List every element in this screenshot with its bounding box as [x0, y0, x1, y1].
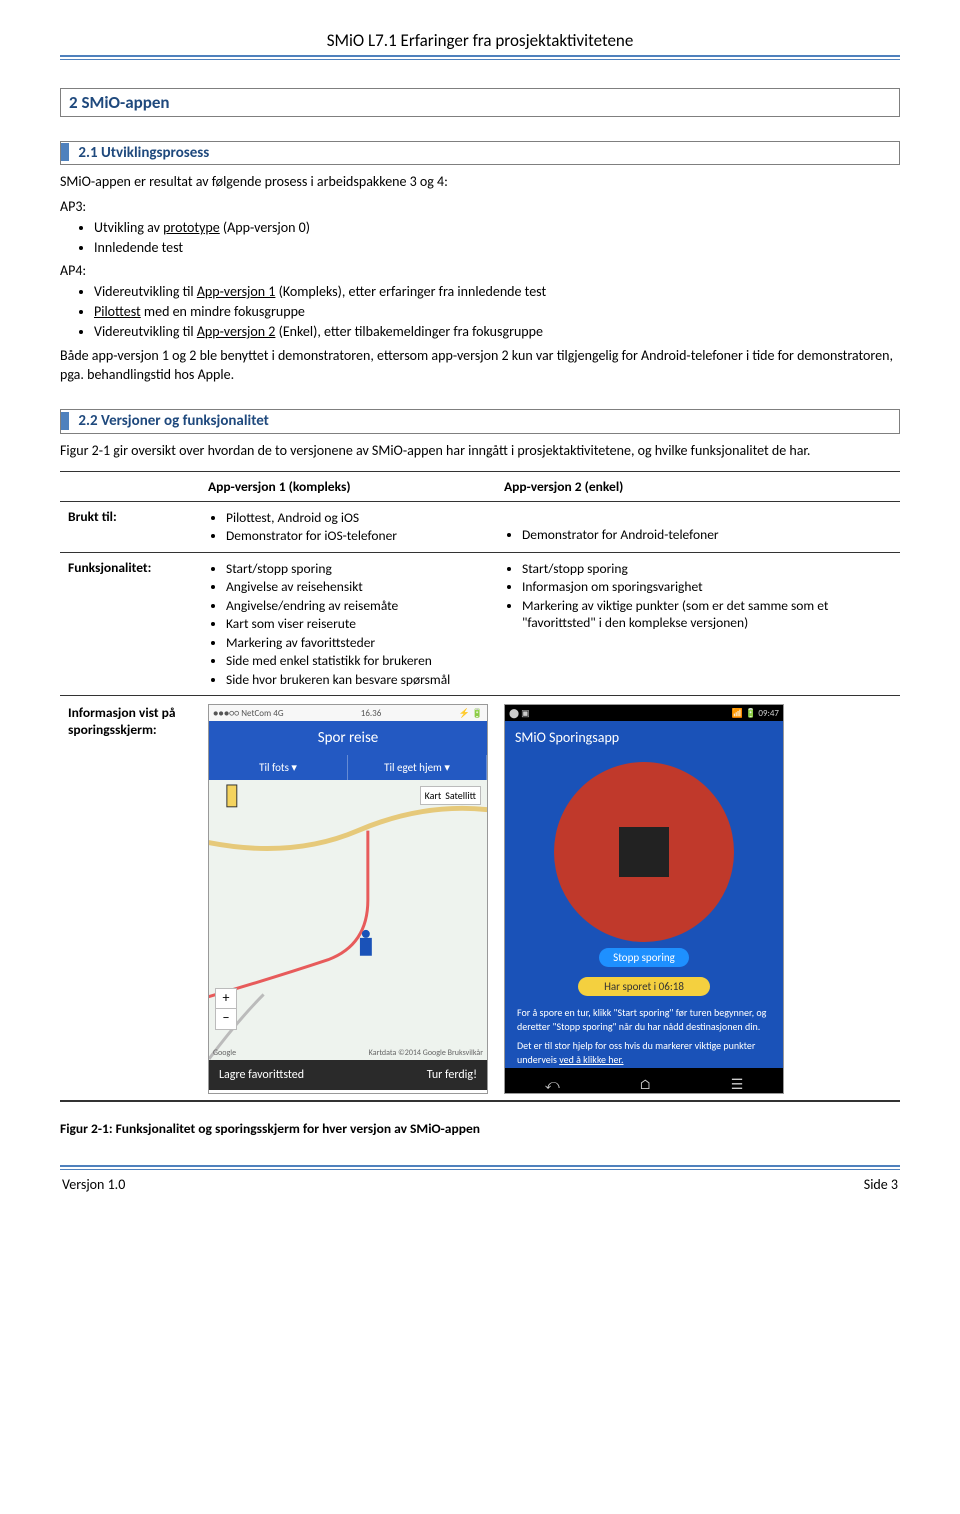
intro-paragraph: SMiO-appen er resultat av følgende prose…	[60, 173, 900, 192]
brukt-v2-list: Demonstrator for Android-telefoner	[504, 526, 892, 544]
ios-status-bar: ●●●○○ NetCom 4G 16.36 ⚡ 🔋	[209, 705, 487, 721]
heading-2-2-versjoner: 2.2 Versjoner og funksjonalitet	[60, 409, 900, 433]
list-item: Innledende test	[94, 239, 900, 258]
table-closing-row	[60, 1101, 900, 1102]
ios-map[interactable]: Kart Satellitt + − Google Kartdata ©2014…	[209, 780, 487, 1060]
map-lines-svg	[209, 780, 487, 1060]
row-label-brukt: Brukt til:	[60, 501, 200, 552]
funk-v1-list: Start/stopp sporing Angivelse av reisehe…	[208, 560, 488, 689]
android-title-bar: SMiO Sporingsapp	[505, 721, 783, 754]
page-header-title: SMiO L7.1 Erfaringer fra prosjektaktivit…	[60, 30, 900, 51]
list-item: Pilottest med en mindre fokusgruppe	[94, 303, 900, 322]
android-status-bar: ⬤ ▣ 📶 🔋 09:47	[505, 705, 783, 721]
tail-paragraph: Både app-versjon 1 og 2 ble benyttet i d…	[60, 347, 900, 385]
map-credit-text: Kartdata ©2014 Google Bruksvilkår	[369, 1048, 483, 1058]
list-item: Angivelse av reisehensikt	[226, 578, 488, 596]
android-status-right: 📶 🔋 09:47	[732, 708, 779, 719]
heading-text: 2.1 Utviklingsprosess	[78, 144, 209, 162]
record-button[interactable]	[554, 762, 734, 942]
android-status-left: ⬤ ▣	[509, 708, 530, 719]
android-screenshot: ⬤ ▣ 📶 🔋 09:47 SMiO Sporingsapp Stopp spo…	[504, 704, 784, 1094]
heading-2-1-utviklingsprosess: 2.1 Utviklingsprosess	[60, 141, 900, 165]
list-item: Side hvor brukeren kan besvare spørsmål	[226, 671, 488, 689]
list-item: Utvikling av prototype (App-versjon 0)	[94, 219, 900, 238]
list-item: Videreutvikling til App-versjon 2 (Enkel…	[94, 323, 900, 342]
stopp-sporing-button[interactable]: Stopp sporing	[599, 948, 689, 967]
comparison-table: App-versjon 1 (kompleks) App-versjon 2 (…	[60, 471, 900, 1103]
list-item: Informasjon om sporingsvarighet	[522, 578, 892, 596]
table-header-row: App-versjon 1 (kompleks) App-versjon 2 (…	[60, 471, 900, 501]
list-item: Side med enkel statistikk for brukeren	[226, 652, 488, 670]
ios-status-right: ⚡ 🔋	[459, 708, 483, 719]
ios-status-carrier: ●●●○○ NetCom 4G	[213, 708, 284, 719]
table-header-v2: App-versjon 2 (enkel)	[496, 471, 900, 501]
zoom-in-button[interactable]: +	[216, 989, 236, 1009]
duration-pill: Har sporet i 06:18	[578, 977, 710, 996]
google-logo: Google	[213, 1048, 236, 1058]
list-item: Videreutvikling til App-versjon 1 (Kompl…	[94, 283, 900, 302]
list-item: Angivelse/endring av reisemåte	[226, 597, 488, 615]
home-icon[interactable]: ⌂	[639, 1076, 651, 1093]
ios-tabs: Til fots ▾ Til eget hjem ▾	[209, 755, 487, 780]
ios-tab-tilegethjem[interactable]: Til eget hjem ▾	[348, 755, 487, 780]
table-row-brukt: Brukt til: Pilottest, Android og iOS Dem…	[60, 501, 900, 552]
klikke-her-link[interactable]: ved å klikke her.	[559, 1053, 623, 1066]
footer-row: Versjon 1.0 Side 3	[60, 1176, 900, 1193]
list-item: Kart som viser reiserute	[226, 615, 488, 633]
map-btn-kart[interactable]: Kart	[425, 789, 442, 802]
section22-intro: Figur 2-1 gir oversikt over hvordan de t…	[60, 442, 900, 461]
ios-title-bar: Spor reise	[209, 721, 487, 755]
android-info-p2: Det er til stor hjelp for oss hvis du ma…	[517, 1039, 771, 1066]
map-type-buttons[interactable]: Kart Satellitt	[420, 786, 481, 805]
brukt-v1-list: Pilottest, Android og iOS Demonstrator f…	[208, 509, 488, 545]
stop-icon	[619, 827, 669, 877]
footer-divider	[60, 1165, 900, 1170]
map-btn-satellitt[interactable]: Satellitt	[445, 789, 476, 802]
table-header-empty	[60, 471, 200, 501]
ap3-list: Utvikling av prototype (App-versjon 0) I…	[60, 219, 900, 258]
ios-status-time: 16.36	[361, 708, 382, 719]
tur-ferdig-button[interactable]: Tur ferdig!	[427, 1068, 477, 1082]
heading-text: 2.2 Versjoner og funksjonalitet	[78, 412, 268, 430]
ap4-list: Videreutvikling til App-versjon 1 (Kompl…	[60, 283, 900, 342]
ios-bottom-bar: Lagre favorittsted Tur ferdig!	[209, 1060, 487, 1090]
android-nav-bar: ⤺ ⌂ ☰	[505, 1068, 783, 1094]
lagre-favorittsted-button[interactable]: Lagre favorittsted	[219, 1068, 304, 1082]
list-item: Pilottest, Android og iOS	[226, 509, 488, 527]
table-row-funksjonalitet: Funksjonalitet: Start/stopp sporing Angi…	[60, 552, 900, 696]
figure-caption: Figur 2-1: Funksjonalitet og sporingsskj…	[60, 1120, 900, 1138]
table-row-screenshots: Informasjon vist på sporingsskjerm: ●●●○…	[60, 696, 900, 1101]
heading-2-smio-appen: 2 SMiO-appen	[60, 88, 900, 117]
recent-icon[interactable]: ☰	[731, 1076, 744, 1093]
list-item: Start/stopp sporing	[226, 560, 488, 578]
zoom-out-button[interactable]: −	[216, 1009, 236, 1029]
ap4-label: AP4:	[60, 262, 900, 281]
footer-version: Versjon 1.0	[62, 1176, 125, 1193]
ios-tab-tilfots[interactable]: Til fots ▾	[209, 755, 348, 780]
funk-v2-list: Start/stopp sporing Informasjon om spori…	[504, 560, 892, 632]
android-body: Stopp sporing Har sporet i 06:18 For å s…	[505, 754, 783, 1068]
list-item: Markering av viktige punkter (som er det…	[522, 597, 892, 632]
row-label-funk: Funksjonalitet:	[60, 552, 200, 696]
ios-screenshot: ●●●○○ NetCom 4G 16.36 ⚡ 🔋 Spor reise Til…	[208, 704, 488, 1094]
android-info-text: For å spore en tur, klikk "Start sporing…	[505, 996, 783, 1066]
list-item: Start/stopp sporing	[522, 560, 892, 578]
row-label-info: Informasjon vist på sporingsskjerm:	[60, 696, 200, 1101]
list-item: Markering av favorittsteder	[226, 634, 488, 652]
zoom-control[interactable]: + −	[215, 988, 237, 1030]
ap3-label: AP3:	[60, 198, 900, 217]
android-info-p1: For å spore en tur, klikk "Start sporing…	[517, 1006, 771, 1033]
header-divider	[60, 55, 900, 60]
table-header-v1: App-versjon 1 (kompleks)	[200, 471, 496, 501]
list-item: Demonstrator for iOS-telefoner	[226, 527, 488, 545]
back-icon[interactable]: ⤺	[545, 1076, 560, 1093]
map-credit: Google Kartdata ©2014 Google Bruksvilkår	[213, 1048, 483, 1058]
list-item: Demonstrator for Android-telefoner	[522, 526, 892, 544]
footer-page: Side 3	[864, 1176, 898, 1193]
